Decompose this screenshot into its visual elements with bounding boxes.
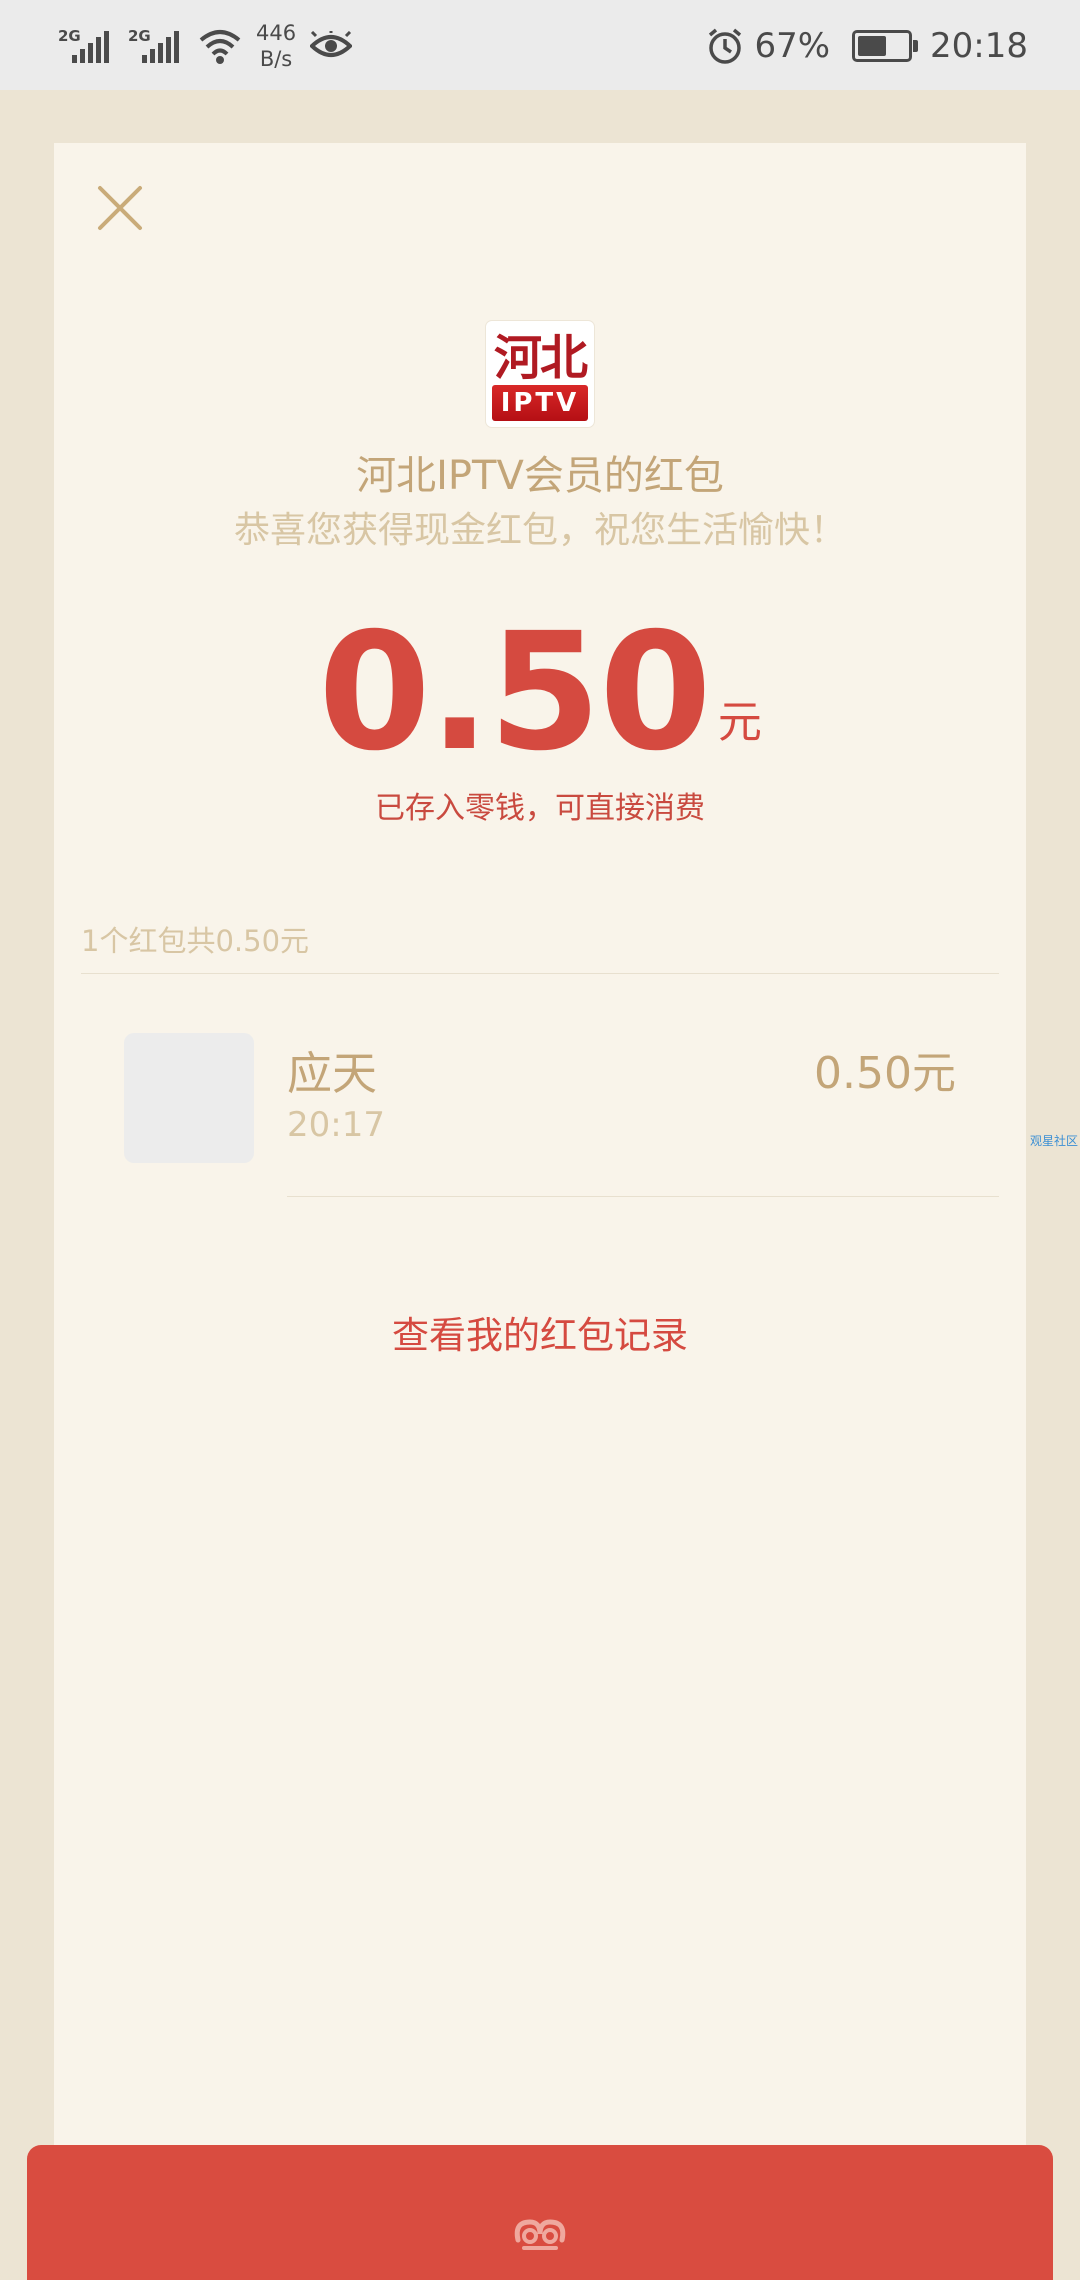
network-speed: 446 B/s bbox=[256, 21, 297, 71]
wifi-icon bbox=[199, 30, 241, 64]
status-bar: 2G 2G 446 B/s 67% 20:18 bbox=[0, 0, 1080, 90]
view-records-link[interactable]: 查看我的红包记录 bbox=[54, 1305, 1026, 1359]
watermark: 观星社区 bbox=[1030, 1134, 1079, 1148]
cloud-emblem-icon bbox=[514, 2219, 566, 2250]
divider bbox=[287, 1196, 999, 1197]
alarm-icon bbox=[709, 28, 742, 64]
signal-icon: 2G bbox=[58, 23, 114, 69]
recipient-row[interactable]: 应天 20:17 0.50元 bbox=[54, 1033, 1026, 1203]
received-time: 20:17 bbox=[287, 1105, 385, 1145]
amount-value: 0.50 bbox=[318, 599, 712, 787]
status-bar-left: 2G 2G 446 B/s bbox=[58, 18, 353, 74]
recipient-name: 应天 bbox=[287, 1047, 378, 1100]
deposited-note[interactable]: 已存入零钱，可直接消费 bbox=[54, 783, 1026, 827]
battery-percent: 67% bbox=[754, 26, 831, 66]
received-amount: 0.50 元 bbox=[54, 608, 1026, 778]
envelope-greeting: 恭喜您获得现金红包，祝您生活愉快！ bbox=[233, 510, 846, 551]
status-bar-right: 67% 20:18 bbox=[706, 18, 1028, 74]
amount-unit: 元 bbox=[717, 697, 762, 748]
envelope-summary: 1个红包共0.50元 bbox=[81, 924, 310, 958]
eye-icon bbox=[310, 31, 353, 57]
red-envelope-card: 河北 IPTV 河北IPTV会员的红包 恭喜您获得现金红包，祝您生活愉快！ 0.… bbox=[54, 143, 1026, 2203]
avatar[interactable] bbox=[124, 1033, 254, 1163]
clock: 20:18 bbox=[930, 26, 1028, 66]
divider bbox=[81, 973, 999, 974]
envelope-title: 河北IPTV会员的红包 bbox=[356, 453, 724, 499]
close-icon[interactable] bbox=[90, 178, 150, 238]
battery-icon bbox=[852, 30, 919, 62]
sender-logo: 河北 IPTV bbox=[486, 321, 594, 427]
signal-icon: 2G bbox=[128, 23, 184, 69]
logo-bottom-text: IPTV bbox=[492, 385, 588, 421]
logo-top-text: 河北 bbox=[493, 330, 588, 386]
recipient-amount: 0.50元 bbox=[814, 1048, 956, 1099]
